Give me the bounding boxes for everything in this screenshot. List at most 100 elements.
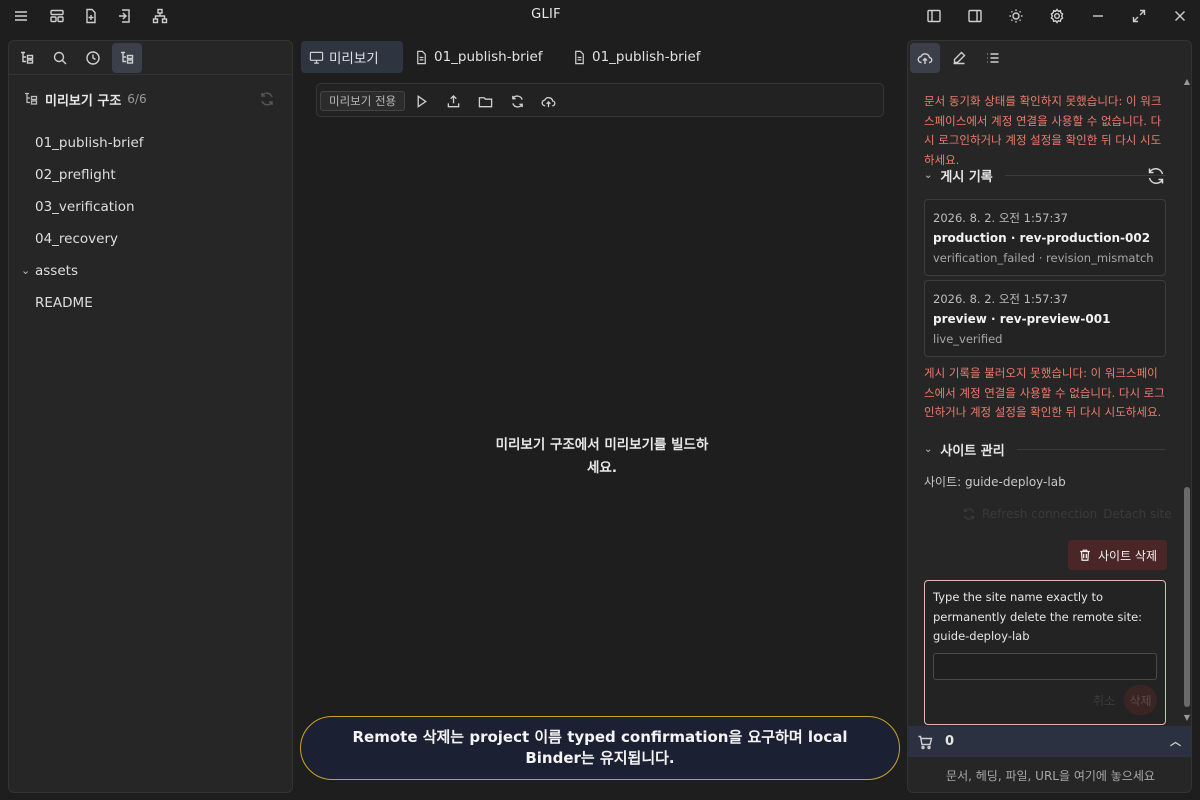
preview-structure-title: 미리보기 구조 — [45, 93, 122, 109]
toast-notification: Remote 삭제는 project 이름 typed confirmation… — [300, 716, 900, 780]
chevron-up-icon[interactable]: ︿ — [1170, 733, 1181, 749]
list-icon — [987, 53, 999, 63]
basket-count: 0 — [945, 734, 955, 749]
tab-document[interactable]: 01_publish-brief — [406, 41, 551, 73]
confirm-delete-button[interactable]: 삭제 — [1124, 685, 1157, 715]
preview-structure-count: 6/6 — [127, 92, 147, 106]
tree-item[interactable]: 03_verification — [35, 197, 135, 217]
scrollbar-thumb[interactable] — [1184, 487, 1190, 707]
tree-icon — [121, 51, 134, 64]
history-status: live_verified — [933, 332, 1003, 346]
tab-label: 미리보기 — [329, 51, 379, 67]
cart-icon — [918, 735, 933, 749]
history-error-message: 게시 기록을 불러오지 못했습니다: 이 워크스페이스에서 계정 연결을 사용할… — [924, 366, 1165, 419]
outline-tree-button[interactable] — [12, 43, 42, 73]
publish-panel-button[interactable] — [910, 43, 940, 73]
site-actions-disabled: Refresh connection Detach site — [962, 507, 1172, 521]
history-card[interactable]: 2026. 8. 2. 오전 1:57:37 production · rev-… — [924, 199, 1166, 276]
chevron-down-icon: ⌄ — [21, 264, 31, 277]
left-sidebar: 미리보기 구조 6/6 01_publish-brief 02_prefligh… — [8, 40, 293, 793]
edit-icon — [953, 51, 966, 65]
tree-folder-label: assets — [35, 263, 78, 279]
sync-error-message: 문서 동기화 상태를 확인하지 못했습니다: 이 워크스페이스에서 계정 연결을… — [924, 94, 1162, 167]
tree-item[interactable]: 04_recovery — [35, 229, 118, 249]
tab-bar: 미리보기 01_publish-brief 01_publish-brief — [300, 40, 904, 74]
right-sidebar-toolbar — [908, 41, 1191, 75]
scroll-up-icon[interactable]: ▲ — [1182, 77, 1191, 86]
refresh-structure-button[interactable] — [259, 91, 275, 107]
history-name: preview · rev-preview-001 — [933, 312, 1111, 326]
left-sidebar-toolbar — [9, 41, 292, 75]
detach-site-button[interactable]: Detach site — [1103, 507, 1171, 521]
delete-confirmation-text: Type the site name exactly to permanentl… — [933, 590, 1143, 643]
settings-gear-icon[interactable] — [1047, 6, 1067, 26]
tree-icon — [25, 92, 38, 105]
main-content: 미리보기 01_publish-brief 01_publish-brief 미… — [300, 40, 904, 793]
tree-folder-item[interactable]: ⌄ assets — [21, 261, 78, 281]
file-icon — [417, 50, 426, 64]
refresh-history-button[interactable] — [1146, 166, 1166, 186]
preview-only-badge: 미리보기 전용 — [320, 91, 406, 111]
divider — [1016, 448, 1166, 450]
empty-preview-message: 미리보기 구조에서 미리보기를 빌드하세요. — [495, 437, 709, 476]
tab-document[interactable]: 01_publish-brief — [564, 41, 709, 73]
site-name-label: 사이트: guide-deploy-lab — [924, 475, 1066, 489]
search-button[interactable] — [45, 43, 75, 73]
cloud-upload-icon — [541, 96, 555, 107]
tree-item[interactable]: 01_publish-brief — [35, 133, 144, 153]
publish-history-header[interactable]: ⌄ 게시 기록 — [924, 165, 1166, 185]
preview-tree-button[interactable] — [112, 43, 142, 73]
scroll-down-icon[interactable]: ▼ — [1182, 713, 1191, 722]
drop-basket-bar[interactable]: 0 ︿ — [908, 726, 1191, 757]
tab-label: 01_publish-brief — [592, 49, 701, 65]
history-date: 2026. 8. 2. 오전 1:57:37 — [933, 292, 1068, 306]
preview-structure-header: 미리보기 구조 6/6 — [23, 89, 147, 109]
clock-icon — [86, 51, 100, 65]
list-panel-button[interactable] — [978, 43, 1008, 73]
delete-confirmation-dialog: Type the site name exactly to permanentl… — [924, 580, 1166, 725]
trash-icon — [1080, 549, 1090, 561]
history-button[interactable] — [78, 43, 108, 73]
cloud-upload-icon — [917, 53, 933, 64]
history-date: 2026. 8. 2. 오전 1:57:37 — [933, 211, 1068, 225]
rebuild-button[interactable] — [507, 91, 527, 111]
chevron-down-icon: ⌄ — [924, 169, 933, 181]
site-name-confirm-input[interactable] — [933, 653, 1157, 680]
site-management-header[interactable]: ⌄ 사이트 관리 — [924, 439, 1166, 459]
search-icon — [53, 51, 67, 65]
tab-preview[interactable]: 미리보기 — [301, 41, 403, 73]
tree-item[interactable]: README — [35, 293, 93, 313]
toggle-right-sidebar-icon[interactable] — [965, 6, 985, 26]
right-sidebar: 문서 동기화 상태를 확인하지 못했습니다: 이 워크스페이스에서 계정 연결을… — [907, 40, 1192, 793]
file-icon — [575, 50, 584, 64]
folder-icon — [478, 96, 492, 107]
history-name: production · rev-production-002 — [933, 231, 1151, 245]
publish-button[interactable] — [538, 91, 558, 111]
open-folder-button[interactable] — [475, 91, 495, 111]
play-button[interactable] — [411, 91, 431, 111]
drop-zone-hint[interactable]: 문서, 헤딩, 파일, URL을 여기에 놓으세요 — [908, 757, 1191, 792]
title-bar: GLIF — [0, 0, 1200, 32]
history-status: verification_failed · revision_mismatch — [933, 251, 1154, 265]
upload-icon — [447, 94, 459, 107]
refresh-icon — [1148, 168, 1164, 184]
theme-sun-icon[interactable] — [1006, 6, 1026, 26]
publish-history-title: 게시 기록 — [940, 169, 993, 185]
export-button[interactable] — [443, 91, 463, 111]
refresh-connection-button[interactable]: Refresh connection — [982, 507, 1097, 521]
delete-site-label: 사이트 삭제 — [1097, 548, 1157, 563]
scrollbar[interactable]: ▲ ▼ — [1182, 75, 1191, 725]
history-card[interactable]: 2026. 8. 2. 오전 1:57:37 preview · rev-pre… — [924, 280, 1166, 357]
tree-item[interactable]: 02_preflight — [35, 165, 116, 185]
chevron-down-icon: ⌄ — [924, 443, 933, 455]
maximize-icon[interactable] — [1129, 6, 1149, 26]
toggle-left-sidebar-icon[interactable] — [924, 6, 944, 26]
toast-message: Remote 삭제는 project 이름 typed confirmation… — [352, 728, 848, 767]
cancel-button[interactable]: 취소 — [1093, 692, 1115, 709]
close-icon[interactable] — [1170, 6, 1190, 26]
monitor-icon — [309, 51, 324, 64]
minimize-icon[interactable] — [1088, 6, 1108, 26]
edit-panel-button[interactable] — [944, 43, 974, 73]
refresh-icon — [261, 92, 273, 106]
delete-site-button[interactable]: 사이트 삭제 — [1068, 540, 1167, 570]
